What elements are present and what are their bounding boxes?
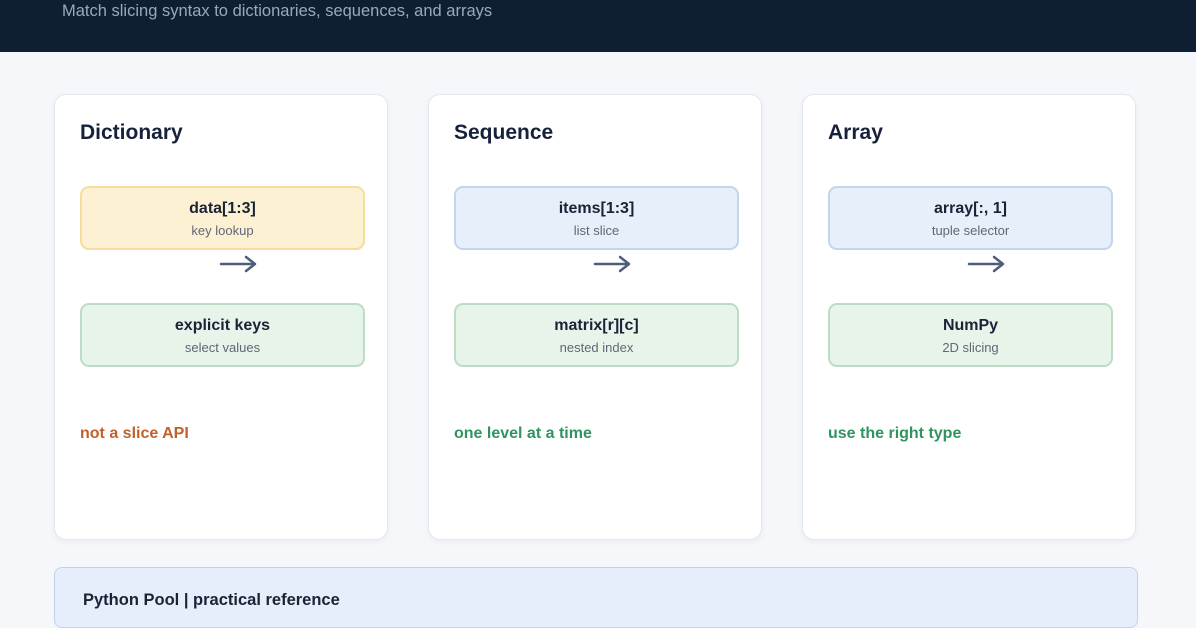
box-sublabel: tuple selector [931, 223, 1010, 238]
box-label: matrix[r][c] [554, 317, 639, 334]
card-sequence: Sequence items[1:3] list slice matrix[r]… [428, 94, 762, 540]
box-sublabel: list slice [573, 223, 620, 238]
box-label: data[1:3] [189, 200, 256, 217]
bottom-box: explicit keys select values [80, 303, 365, 367]
card-note: use the right type [828, 425, 962, 442]
box-sublabel: nested index [559, 340, 634, 355]
top-box: data[1:3] key lookup [80, 186, 365, 250]
bottom-box: matrix[r][c] nested index [454, 303, 739, 367]
arrow-right-icon [967, 255, 1005, 273]
card-title: Dictionary [80, 121, 183, 144]
footer-bar: Python Pool | practical reference [54, 567, 1138, 628]
box-label: items[1:3] [558, 200, 635, 217]
top-box: array[:, 1] tuple selector [828, 186, 1113, 250]
box-label: array[:, 1] [934, 200, 1007, 217]
card-dictionary: Dictionary data[1:3] key lookup explicit… [54, 94, 388, 540]
box-label: NumPy [942, 317, 999, 334]
card-title: Array [828, 121, 883, 144]
top-box: items[1:3] list slice [454, 186, 739, 250]
box-label: explicit keys [174, 317, 271, 334]
footer-text: Python Pool | practical reference [83, 591, 340, 609]
page-subtitle: Match slicing syntax to dictionaries, se… [62, 2, 493, 20]
card-note: not a slice API [80, 425, 189, 442]
arrow-right-icon [219, 255, 257, 273]
bottom-box: NumPy 2D slicing [828, 303, 1113, 367]
card-array: Array array[:, 1] tuple selector NumPy 2… [802, 94, 1136, 540]
header-bar: Match slicing syntax to dictionaries, se… [0, 0, 1196, 52]
card-note: one level at a time [454, 425, 592, 442]
box-sublabel: key lookup [191, 223, 254, 238]
box-sublabel: select values [184, 340, 261, 355]
card-title: Sequence [454, 121, 554, 144]
box-sublabel: 2D slicing [942, 340, 999, 355]
arrow-right-icon [593, 255, 631, 273]
